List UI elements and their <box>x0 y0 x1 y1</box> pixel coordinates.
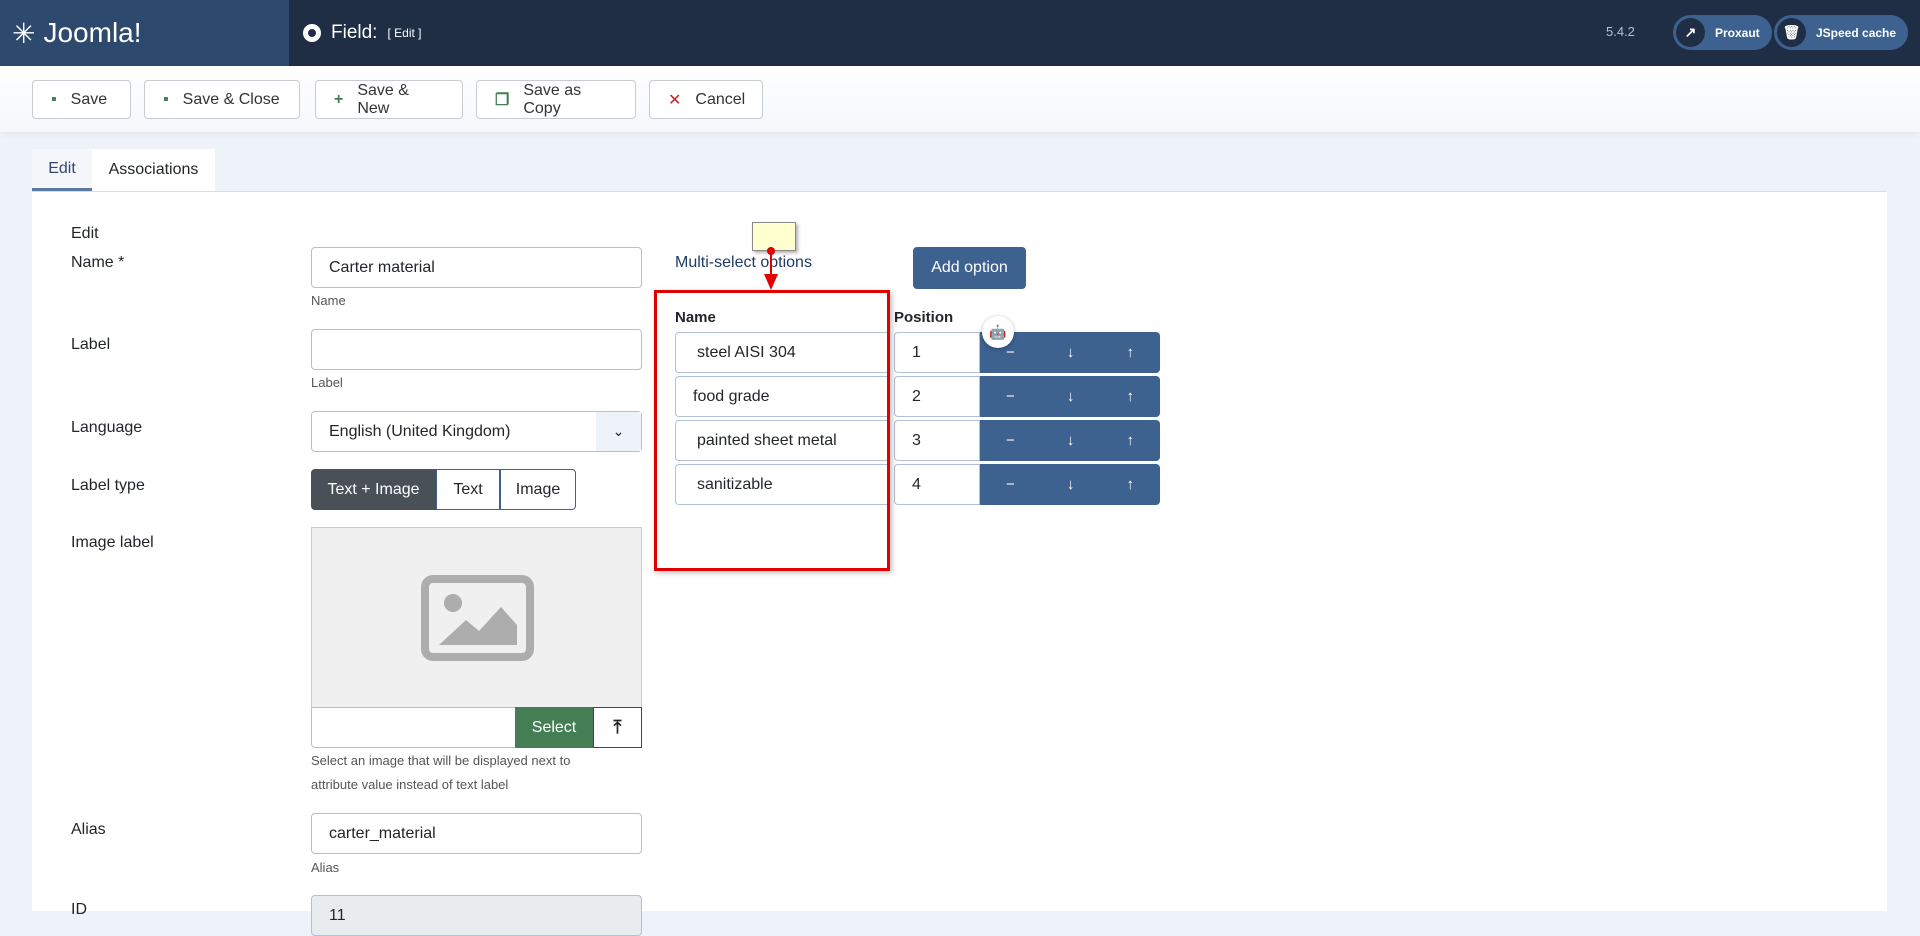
option-row-controls: − ↓ ↑ <box>980 376 1160 417</box>
image-help-line1: Select an image that will be displayed n… <box>311 753 571 768</box>
cancel-button[interactable]: ✕ Cancel <box>649 80 763 119</box>
option-position-input[interactable]: 2 <box>894 376 980 417</box>
save-new-button[interactable]: + Save & New <box>315 80 463 119</box>
plus-icon: + <box>334 90 344 108</box>
alias-input[interactable]: carter_material <box>311 813 642 854</box>
remove-option-button[interactable]: − <box>1006 432 1015 449</box>
option-position-input[interactable]: 1 <box>894 332 980 373</box>
alias-help: Alias <box>311 860 340 875</box>
image-placeholder-icon <box>421 575 534 661</box>
name-input[interactable]: Carter material <box>311 247 642 288</box>
image-select-button[interactable]: Select <box>515 707 593 748</box>
proxaut-button[interactable]: ↗ Proxaut <box>1673 15 1772 50</box>
annotation-line <box>770 254 772 276</box>
label-type-image[interactable]: Image <box>500 469 576 510</box>
image-label-label: Image label <box>71 534 154 551</box>
move-down-button[interactable]: ↓ <box>1067 432 1075 449</box>
add-option-button[interactable]: Add option <box>913 247 1026 289</box>
jspeed-cache-button[interactable]: 🗑 JSpeed cache <box>1774 15 1909 50</box>
label-type-label: Label type <box>71 477 145 494</box>
tab-associations[interactable]: Associations <box>92 149 215 191</box>
chevron-down-icon: ⌄ <box>596 412 641 451</box>
annotation-highlight-box <box>654 290 890 571</box>
remove-option-button[interactable]: − <box>1006 388 1015 405</box>
move-up-button[interactable]: ↑ <box>1126 476 1134 493</box>
upload-icon: ⤒ <box>613 717 622 737</box>
move-down-button[interactable]: ↓ <box>1067 344 1075 361</box>
tab-edit[interactable]: Edit <box>32 149 92 191</box>
trash-icon: 🗑 <box>1777 18 1806 47</box>
copy-icon: ❐ <box>495 91 510 109</box>
label-type-text[interactable]: Text <box>436 469 500 510</box>
page-title: Field:[ Edit ] <box>303 0 421 66</box>
language-label: Language <box>71 419 143 436</box>
options-title: Multi-select options <box>675 254 812 271</box>
joomla-logo[interactable]: ✳ Joomla! <box>0 0 289 66</box>
save-copy-button[interactable]: ❐ Save as Copy <box>476 80 636 119</box>
label-label: Label <box>71 336 111 353</box>
joomla-icon: ✳ <box>12 17 36 49</box>
save-close-button[interactable]: ▪ Save & Close <box>144 80 300 119</box>
image-preview <box>311 527 642 708</box>
close-icon: ✕ <box>668 91 682 109</box>
label-input[interactable] <box>311 329 642 370</box>
save-icon: ▪ <box>51 90 57 108</box>
move-up-button[interactable]: ↑ <box>1126 344 1134 361</box>
external-link-icon: ↗ <box>1676 18 1705 47</box>
remove-option-button[interactable]: − <box>1006 344 1015 361</box>
id-input: 11 <box>311 895 642 936</box>
name-label: Name * <box>71 254 125 271</box>
field-icon <box>303 24 321 42</box>
image-help-line2: attribute value instead of text label <box>311 777 509 792</box>
upload-button[interactable]: ⤒ <box>593 707 642 748</box>
label-type-text-image[interactable]: Text + Image <box>311 469 436 510</box>
move-up-button[interactable]: ↑ <box>1126 388 1134 405</box>
col-position-header: Position <box>894 309 954 326</box>
move-down-button[interactable]: ↓ <box>1067 388 1075 405</box>
option-row-controls: − ↓ ↑ <box>980 420 1160 461</box>
option-position-input[interactable]: 3 <box>894 420 980 461</box>
option-position-input[interactable]: 4 <box>894 464 980 505</box>
robot-icon[interactable]: 🤖 <box>982 316 1014 348</box>
option-row-controls: − ↓ ↑ <box>980 464 1160 505</box>
alias-label: Alias <box>71 821 106 838</box>
language-select[interactable]: English (United Kingdom) ⌄ <box>311 411 642 452</box>
toolbar: ▪ Save ▪ Save & Close + Save & New ❐ Save as… <box>0 66 1920 132</box>
id-label: ID <box>71 901 87 918</box>
move-down-button[interactable]: ↓ <box>1067 476 1075 493</box>
save-button[interactable]: ▪ Save <box>32 80 131 119</box>
version-label: 5.4.2 <box>1606 24 1635 39</box>
name-help: Name <box>311 293 346 308</box>
move-up-button[interactable]: ↑ <box>1126 432 1134 449</box>
annotation-note[interactable] <box>752 222 796 251</box>
section-heading: Edit <box>71 225 99 242</box>
annotation-arrow <box>764 274 778 290</box>
save-icon: ▪ <box>163 90 169 108</box>
label-help: Label <box>311 375 343 390</box>
remove-option-button[interactable]: − <box>1006 476 1015 493</box>
